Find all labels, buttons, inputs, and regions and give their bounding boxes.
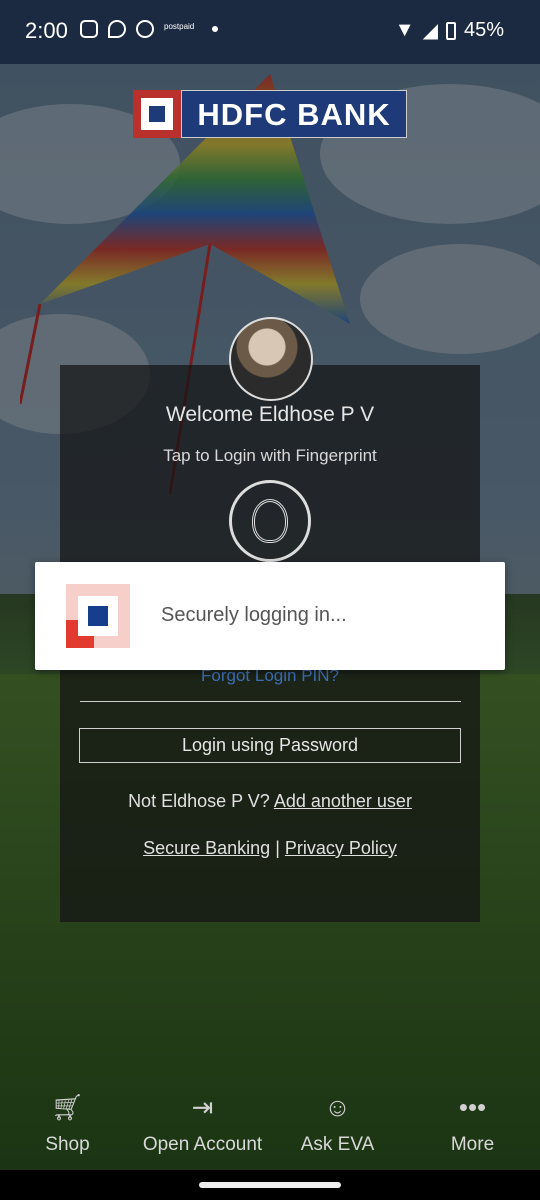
link-separator: |: [275, 838, 280, 858]
logging-in-dialog: Securely logging in...: [35, 562, 505, 670]
dialog-message: Securely logging in...: [161, 604, 347, 626]
fingerprint-icon: [252, 499, 288, 543]
nav-open-account[interactable]: ⇥ Open Account: [135, 1080, 270, 1170]
battery-percent: 45%: [463, 19, 504, 41]
more-dots-icon: •••: [458, 1092, 487, 1122]
nav-label: Ask EVA: [300, 1134, 375, 1155]
home-indicator[interactable]: [199, 1182, 341, 1188]
nav-ask-eva[interactable]: ☺ Ask EVA: [270, 1080, 405, 1170]
status-bar: 2:00 postpaid ▼ ◢ 45%: [0, 0, 540, 64]
cart-icon: 🛒︎: [50, 1092, 84, 1122]
divider: [80, 701, 461, 702]
login-password-button[interactable]: Login using Password: [79, 728, 461, 763]
hdfc-logo-icon: [66, 584, 130, 648]
wifi-icon: ▼: [394, 19, 415, 41]
eva-chat-icon: ☺: [324, 1092, 351, 1122]
hdfc-bank-logo: HDFC BANK: [133, 90, 407, 138]
battery-icon: [445, 21, 456, 40]
carrier-tag: postpaid: [164, 21, 195, 31]
not-user-text: Not Eldhose P V?: [128, 791, 270, 811]
nav-label: Shop: [45, 1134, 90, 1155]
not-user-row: Not Eldhose P V? Add another user: [60, 791, 480, 812]
signal-icon: ◢: [422, 20, 438, 42]
logo-text: HDFC BANK: [181, 90, 407, 138]
bottom-nav: 🛒︎ Shop ⇥ Open Account ☺ Ask EVA ••• Mor…: [0, 1080, 540, 1170]
nav-label: Open Account: [142, 1134, 263, 1155]
nav-label: More: [450, 1134, 495, 1155]
fingerprint-instruction: Tap to Login with Fingerprint: [163, 446, 377, 465]
user-avatar: [229, 317, 313, 401]
maps-pin-icon: [108, 20, 126, 38]
system-icons: ▼ ◢ 45%: [395, 18, 504, 43]
hdfc-logo-mark-icon: [133, 90, 181, 138]
welcome-text: Welcome Eldhose P V: [165, 403, 375, 426]
nav-more[interactable]: ••• More: [405, 1080, 540, 1170]
app-a-icon: [136, 20, 154, 38]
add-another-user-link[interactable]: Add another user: [274, 791, 412, 811]
gesture-bar: [0, 1170, 540, 1200]
footer-links: Secure Banking | Privacy Policy: [60, 838, 480, 859]
privacy-policy-link[interactable]: Privacy Policy: [285, 838, 397, 858]
status-time: 2:00: [25, 18, 68, 43]
open-account-icon: ⇥: [191, 1092, 214, 1122]
more-notifications-dot-icon: [212, 26, 219, 32]
fingerprint-button[interactable]: [229, 480, 311, 562]
notification-icons: postpaid: [80, 20, 219, 38]
instagram-icon: [80, 20, 98, 38]
nav-shop[interactable]: 🛒︎ Shop: [0, 1080, 135, 1170]
secure-banking-link[interactable]: Secure Banking: [143, 838, 270, 858]
